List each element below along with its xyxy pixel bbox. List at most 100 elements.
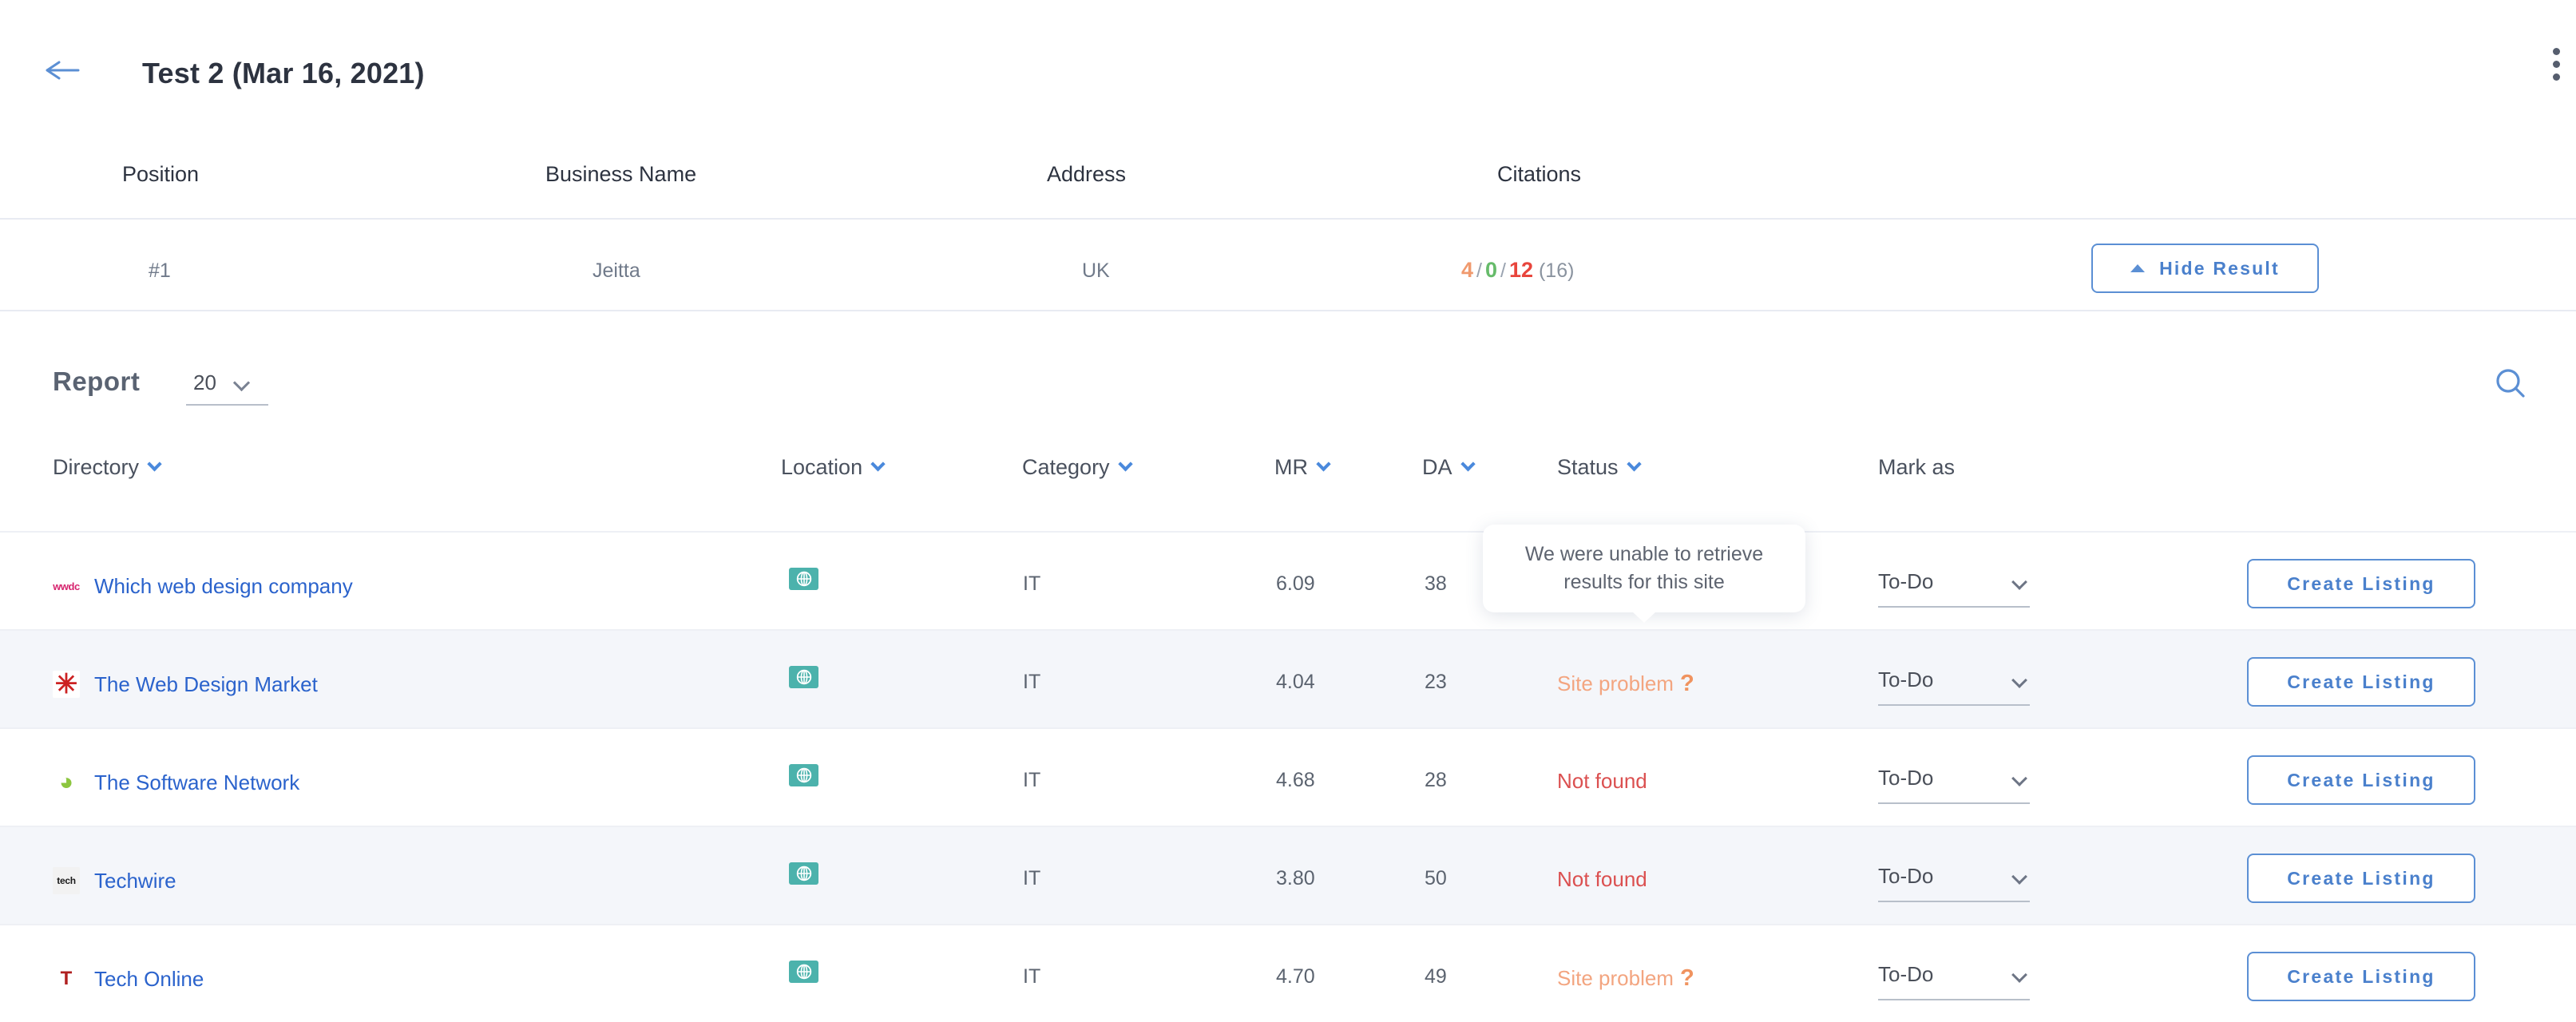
page-size-select[interactable]: 20 xyxy=(186,370,268,406)
mr-cell: 4.68 xyxy=(1276,769,1315,791)
create-listing-button[interactable]: Create Listing xyxy=(2247,952,2475,1001)
page-size-value: 20 xyxy=(193,370,216,394)
directory-link[interactable]: Techwire xyxy=(94,869,176,893)
action-cell: Create Listing xyxy=(2247,657,2475,707)
app-root: Test 2 (Mar 16, 2021) Position Business … xyxy=(0,0,2576,1022)
mark-as-value: To-Do xyxy=(1878,569,1934,593)
chevron-down-icon xyxy=(1626,457,1642,472)
table-row: ◕ The Software Network IT 4.68 28 Not found To… xyxy=(0,727,2576,826)
summary-col-business: Business Name xyxy=(545,162,697,186)
disc-favicon: ◕ xyxy=(53,769,80,796)
directory-link[interactable]: Tech Online xyxy=(94,967,204,992)
citations-orange-count: 4 xyxy=(1461,258,1474,282)
table-row: wwdc Which web design company IT 6.09 38 To-D… xyxy=(0,531,2576,629)
column-header-mark-as-label: Mark as xyxy=(1878,455,1956,479)
tooltip-tail xyxy=(1632,612,1656,623)
da-cell: 50 xyxy=(1425,867,1447,889)
summary-col-position: Position xyxy=(122,162,200,186)
table-row: ✳ The Web Design Market IT 4.04 23 Site probl… xyxy=(0,629,2576,727)
column-header-mark-as: Mark as xyxy=(1878,455,1955,480)
category-cell: IT xyxy=(1023,965,1041,988)
column-header-directory-label: Directory xyxy=(53,455,140,479)
column-header-category-label: Category xyxy=(1022,455,1110,479)
kebab-menu-icon[interactable] xyxy=(2553,48,2562,83)
category-cell: IT xyxy=(1023,769,1041,791)
status-help-icon[interactable]: ? xyxy=(1680,671,1694,696)
column-header-directory[interactable]: Directory xyxy=(53,455,162,480)
globe-icon xyxy=(789,666,818,688)
chevron-down-icon xyxy=(2011,574,2027,590)
action-cell: Create Listing xyxy=(2247,755,2475,805)
category-cell: IT xyxy=(1023,867,1041,889)
back-arrow-icon[interactable] xyxy=(45,60,80,81)
chevron-down-icon xyxy=(1460,457,1476,472)
search-icon[interactable] xyxy=(2493,366,2530,402)
mark-as-value: To-Do xyxy=(1878,864,1934,888)
create-listing-button[interactable]: Create Listing xyxy=(2247,559,2475,608)
asterisk-favicon: ✳ xyxy=(53,671,80,698)
chevron-down-icon xyxy=(232,374,251,392)
column-header-location[interactable]: Location xyxy=(781,455,886,480)
mark-as-select[interactable]: To-Do xyxy=(1878,766,2030,804)
caret-up-icon xyxy=(2130,264,2146,272)
directory-cell: T Tech Online xyxy=(53,965,204,992)
location-cell xyxy=(789,862,818,885)
mr-cell: 4.04 xyxy=(1276,671,1315,693)
da-cell: 49 xyxy=(1425,965,1447,988)
citations-green-count: 0 xyxy=(1484,258,1498,282)
top-bar: Test 2 (Mar 16, 2021) xyxy=(0,0,2576,89)
summary-col-address: Address xyxy=(1047,162,1127,186)
summary-position-value: #1 xyxy=(149,259,171,282)
column-header-status[interactable]: Status xyxy=(1557,455,1642,480)
hide-result-button[interactable]: Hide Result xyxy=(2091,244,2319,293)
create-listing-button[interactable]: Create Listing xyxy=(2247,755,2475,805)
directory-link[interactable]: The Software Network xyxy=(94,770,299,795)
techonline-favicon: T xyxy=(53,965,80,992)
location-cell xyxy=(789,568,818,590)
action-cell: Create Listing xyxy=(2247,559,2475,608)
summary-address-value: UK xyxy=(1082,259,1110,282)
mark-as-select[interactable]: To-Do xyxy=(1878,864,2030,902)
table-row: T Tech Online IT 4.70 49 Site problem? To-Do Cr… xyxy=(0,924,2576,1022)
status-cell: Site problem? xyxy=(1557,965,1694,992)
mark-as-value: To-Do xyxy=(1878,962,1934,986)
summary-col-citations: Citations xyxy=(1497,162,1582,186)
summary-citations-value: 4/0/12 (16) xyxy=(1461,258,1574,283)
mark-as-select[interactable]: To-Do xyxy=(1878,962,2030,1000)
globe-icon xyxy=(789,568,818,590)
status-help-icon[interactable]: ? xyxy=(1680,965,1694,991)
citations-separator-2: / xyxy=(1500,259,1506,282)
directory-link[interactable]: The Web Design Market xyxy=(94,672,318,697)
chevron-down-icon xyxy=(1316,457,1331,472)
column-header-mr-label: MR xyxy=(1274,455,1308,479)
action-cell: Create Listing xyxy=(2247,854,2475,903)
page-title: Test 2 (Mar 16, 2021) xyxy=(142,57,425,89)
report-rows: wwdc Which web design company IT 6.09 38 To-D… xyxy=(0,531,2576,1022)
chevron-down-icon xyxy=(870,457,886,472)
directory-cell: ◕ The Software Network xyxy=(53,769,299,796)
globe-icon xyxy=(789,862,818,885)
status-cell: Not found xyxy=(1557,867,1647,892)
column-header-mr[interactable]: MR xyxy=(1274,455,1331,480)
status-tooltip-text: We were unable to retrieve results for t… xyxy=(1524,542,1764,594)
directory-link[interactable]: Which web design company xyxy=(94,574,353,599)
location-cell xyxy=(789,764,818,786)
citations-red-count: 12 xyxy=(1508,258,1534,282)
status-tooltip: We were unable to retrieve results for t… xyxy=(1483,525,1805,623)
column-header-category[interactable]: Category xyxy=(1022,455,1133,480)
mark-as-select[interactable]: To-Do xyxy=(1878,667,2030,706)
create-listing-button[interactable]: Create Listing xyxy=(2247,854,2475,903)
citations-separator-1: / xyxy=(1476,259,1482,282)
category-cell: IT xyxy=(1023,671,1041,693)
location-cell xyxy=(789,666,818,688)
citations-total: (16) xyxy=(1538,259,1575,282)
column-header-da[interactable]: DA xyxy=(1422,455,1476,480)
chevron-down-icon xyxy=(2011,770,2027,786)
da-cell: 38 xyxy=(1425,572,1447,595)
mr-cell: 4.70 xyxy=(1276,965,1315,988)
mark-as-select[interactable]: To-Do xyxy=(1878,569,2030,608)
directory-cell: wwdc Which web design company xyxy=(53,572,353,600)
create-listing-button[interactable]: Create Listing xyxy=(2247,657,2475,707)
mark-as-value: To-Do xyxy=(1878,766,1934,790)
status-label: Not found xyxy=(1557,769,1647,793)
